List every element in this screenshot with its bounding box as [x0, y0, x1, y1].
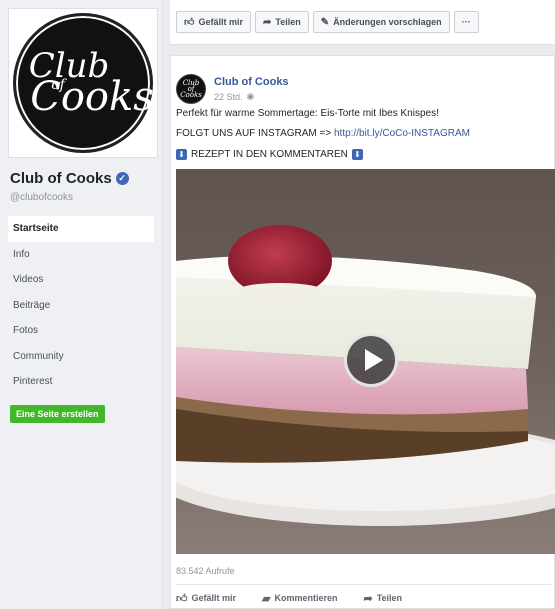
avatar-text-line3: Cooks	[180, 91, 202, 100]
thumbs-up-icon: 👍︎	[184, 17, 195, 28]
post-share-label: Teilen	[376, 593, 403, 603]
nav-item-pinterest[interactable]: Pinterest	[8, 369, 154, 395]
play-button[interactable]	[344, 333, 398, 387]
share-arrow-icon-2: ➦	[363, 592, 373, 605]
view-count: 83.542 Aufrufe	[176, 566, 235, 576]
instagram-link[interactable]: http://bit.ly/CoCo-INSTAGRAM	[334, 128, 470, 139]
recipe-in-comments-text: REZEPT IN DEN KOMMENTAREN	[191, 149, 348, 160]
comment-bubble-icon: ▰	[262, 592, 271, 605]
down-arrow-emoji-icon-2: ⬇	[351, 149, 363, 160]
pencil-icon: ✎	[320, 16, 330, 28]
share-page-label: Teilen	[275, 17, 301, 27]
post-comment-button[interactable]: ▰ Kommentieren	[262, 592, 337, 605]
profile-picture[interactable]: Club of Cooks	[8, 8, 158, 158]
post-timestamp[interactable]: 22 Std.	[214, 92, 243, 102]
left-sidebar: Club of Cooks Club of Cooks ✓ @clubofcoo…	[0, 0, 163, 609]
nav-item-startseite[interactable]: Startseite	[8, 216, 154, 242]
post-text-instagram-prefix: FOLGT UNS AUF INSTAGRAM =>	[176, 128, 334, 139]
like-page-button[interactable]: 👍︎ Gefällt mir	[176, 11, 251, 33]
verified-badge-icon: ✓	[115, 172, 129, 185]
suggest-edits-button[interactable]: ✎ Änderungen vorschlagen	[312, 11, 450, 33]
post-like-button[interactable]: 👍︎ Gefällt mir	[176, 592, 236, 605]
page-nav: Startseite Info Videos Beiträge Fotos Co…	[8, 216, 154, 395]
share-page-button[interactable]: ➦ Teilen	[254, 11, 309, 33]
page-action-bar: 👍︎ Gefällt mir ➦ Teilen ✎ Änderungen vor…	[170, 0, 555, 45]
post-text-line3: ⬇ REZEPT IN DEN KOMMENTAREN ⬇	[176, 149, 363, 160]
privacy-globe-icon: ◉	[246, 91, 255, 101]
video-player[interactable]	[176, 169, 555, 554]
create-page-button[interactable]: Eine Seite erstellen	[10, 405, 105, 423]
post-like-label: Gefällt mir	[191, 593, 237, 603]
down-arrow-emoji-icon: ⬇	[176, 149, 187, 160]
post-meta: 22 Std. ◉	[214, 91, 254, 102]
footer-divider	[176, 584, 551, 585]
page-name-text: Club of Cooks	[10, 170, 112, 187]
nav-item-info[interactable]: Info	[8, 242, 154, 268]
logo-text-line3: Cooks	[30, 73, 154, 120]
club-of-cooks-logo: Club of Cooks	[13, 13, 154, 153]
suggest-edits-label: Änderungen vorschlagen	[333, 17, 442, 27]
like-page-label: Gefällt mir	[198, 17, 243, 27]
post-author-name[interactable]: Club of Cooks	[214, 76, 289, 88]
post-text-line2: FOLGT UNS AUF INSTAGRAM => http://bit.ly…	[176, 128, 470, 139]
page-handle[interactable]: @clubofcooks	[10, 192, 73, 203]
page-name[interactable]: Club of Cooks ✓	[10, 170, 129, 187]
post-author-avatar[interactable]: Club of Cooks	[176, 74, 206, 104]
more-options-button[interactable]: ···	[453, 11, 479, 33]
share-arrow-icon: ➦	[262, 16, 272, 28]
post-text-line1: Perfekt für warme Sommertage: Eis-Torte …	[176, 108, 439, 119]
video-post: Club of Cooks Club of Cooks 22 Std. ◉ Pe…	[170, 55, 555, 609]
post-actions: 👍︎ Gefällt mir ▰ Kommentieren ➦ Teilen	[176, 589, 551, 607]
nav-item-beitraege[interactable]: Beiträge	[8, 293, 154, 319]
nav-item-community[interactable]: Community	[8, 344, 154, 370]
thumbs-up-icon-2: 👍︎	[176, 592, 188, 605]
post-comment-label: Kommentieren	[274, 593, 338, 603]
post-share-button[interactable]: ➦ Teilen	[364, 592, 403, 605]
nav-item-videos[interactable]: Videos	[8, 267, 154, 293]
nav-item-fotos[interactable]: Fotos	[8, 318, 154, 344]
play-icon	[364, 349, 383, 371]
avatar-text: Club of Cooks	[180, 79, 202, 100]
